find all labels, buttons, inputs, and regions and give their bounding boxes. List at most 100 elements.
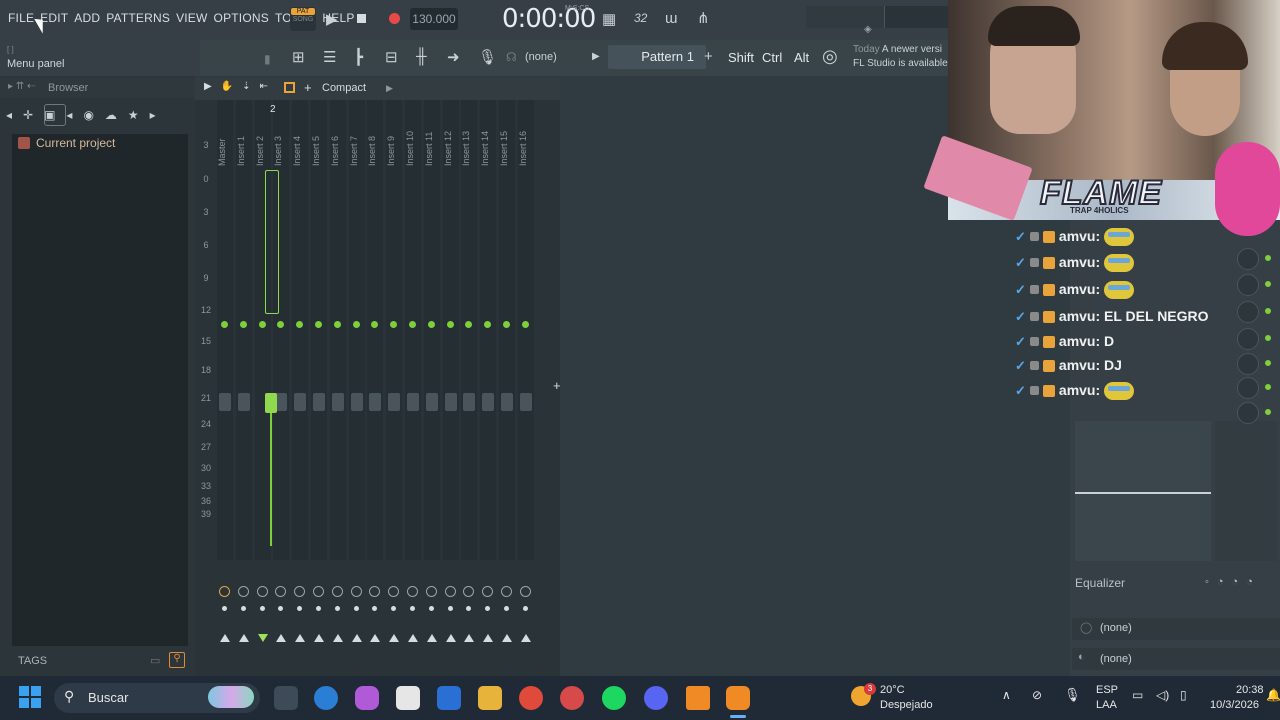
menu-patterns[interactable]: PATTERNS [106,11,170,25]
insert-led[interactable] [221,321,228,328]
browser-item-current-project[interactable]: Current project [36,136,115,150]
eq-knobs[interactable]: ◦◔◔◔ [1205,576,1261,588]
route-dot[interactable] [410,606,415,611]
menu-add[interactable]: ADD [74,11,100,25]
send-arrow[interactable] [520,634,531,642]
send-arrow[interactable] [238,634,249,642]
insert-send-led[interactable] [1265,335,1271,341]
master-strip[interactable] [217,100,233,560]
mixer-view-compact[interactable]: Compact [322,82,366,94]
insert-fader[interactable] [463,393,476,411]
chrome-icon[interactable] [519,686,543,710]
mixer-icon[interactable]: ╫ [416,48,427,65]
pan-knob[interactable] [444,586,456,597]
vlc-icon[interactable] [686,686,710,710]
insert-fader[interactable] [331,393,344,411]
wave-icon[interactable]: ɯ [665,10,678,27]
insert-fader[interactable] [294,393,307,411]
insert-send-knob[interactable] [1237,402,1259,424]
route-dot[interactable] [353,606,359,611]
ctrl-button[interactable]: Ctrl [762,50,782,65]
insert-led[interactable] [521,321,529,328]
insert-label[interactable]: Insert 10 [405,100,421,166]
tag-folder-icon[interactable]: ▭ [150,654,160,667]
browser-filter-active[interactable] [44,104,66,126]
eq-faders[interactable] [1215,421,1277,561]
insert-label[interactable]: Insert 6 [330,100,346,166]
copilot-icon[interactable] [355,686,379,710]
keyboard-icon[interactable]: ▦ [602,10,616,28]
route-dot[interactable] [504,606,509,611]
insert-send-knob[interactable] [1237,274,1259,296]
store-icon[interactable] [396,686,420,710]
insert-strip[interactable] [235,100,252,560]
route-dot[interactable] [447,606,453,611]
insert-led[interactable] [239,321,247,328]
news-text[interactable]: FL Studio is available [853,58,948,69]
pan-knob[interactable] [331,586,343,597]
send-arrow[interactable] [276,634,287,642]
channel-selector[interactable]: (none) [525,51,557,63]
pan-knob[interactable] [501,586,512,597]
send-arrow[interactable] [295,634,306,642]
insert-strip[interactable] [292,100,309,560]
shift-button[interactable]: Shift [728,50,754,65]
route-dot[interactable] [428,606,434,611]
send-arrow[interactable] [445,634,456,642]
send-arrow[interactable] [483,634,494,642]
notification-icon[interactable]: 🔔 [1266,688,1280,702]
piano-roll-icon[interactable]: ┣ [354,48,363,66]
insert-fader[interactable] [313,393,325,411]
master-label[interactable]: Master [217,100,233,166]
menu-options[interactable]: OPTIONS [214,11,269,25]
send-arrow[interactable] [426,634,437,642]
scroll-icon[interactable]: ◈ [864,24,872,35]
menu-view[interactable]: VIEW [176,11,207,25]
play-icon[interactable]: ▶ [326,10,338,28]
tags-label[interactable]: TAGS [18,655,47,667]
weather-desc[interactable]: Despejado [880,699,933,711]
mixer-tools[interactable]: ▶✋⇣⇤ [204,81,277,92]
pan-knob[interactable] [407,586,418,597]
route-dot[interactable] [334,606,340,611]
add-pattern-icon[interactable]: + [704,48,713,65]
send-arrow[interactable] [464,634,475,642]
lang-primary[interactable]: ESP [1096,684,1118,696]
route-dot[interactable] [316,606,321,611]
record-icon[interactable] [389,13,400,24]
stop-icon[interactable] [357,14,366,23]
insert-send-led[interactable] [1265,308,1271,314]
insert-label[interactable]: Insert 14 [480,100,496,166]
display-icon[interactable]: ▭ [1132,688,1143,702]
insert-fader[interactable] [388,393,401,411]
insert-label[interactable]: Insert 11 [424,100,440,166]
insert-strip[interactable] [273,100,290,560]
insert-strip[interactable] [461,100,478,560]
insert-led[interactable] [427,321,435,328]
arrow-icon[interactable]: ➜ [447,48,460,66]
chevron-right-icon[interactable]: ▶ [592,51,600,62]
send-arrow[interactable] [332,634,343,642]
insert-led[interactable] [258,321,266,328]
tempo-display[interactable]: 130.000 [410,8,458,30]
insert-label[interactable]: Insert 12 [443,100,459,166]
app-icon[interactable] [560,686,584,710]
insert-led[interactable] [409,321,416,328]
discord-icon[interactable] [644,686,668,710]
insert-strip[interactable] [367,100,384,560]
insert-send-led[interactable] [1265,255,1271,261]
volume-icon[interactable]: ◁) [1156,688,1169,702]
send-arrow[interactable] [408,634,418,642]
insert-label[interactable]: Insert 15 [499,100,515,166]
insert-send-knob[interactable] [1237,353,1259,375]
insert-fader[interactable] [425,393,438,411]
insert-label[interactable]: Insert 8 [367,100,383,166]
insert-fader[interactable] [501,393,513,411]
battery-icon[interactable]: ▯ [1180,688,1187,702]
insert-led[interactable] [503,321,510,328]
insert-strip[interactable] [254,100,271,560]
insert-strip[interactable] [499,100,515,560]
insert-send-led[interactable] [1265,384,1271,390]
pat-song-switch[interactable]: PAT SONG [290,7,316,31]
browser-nav-icons[interactable]: ▸ ⇈ ⇠ [8,81,35,92]
